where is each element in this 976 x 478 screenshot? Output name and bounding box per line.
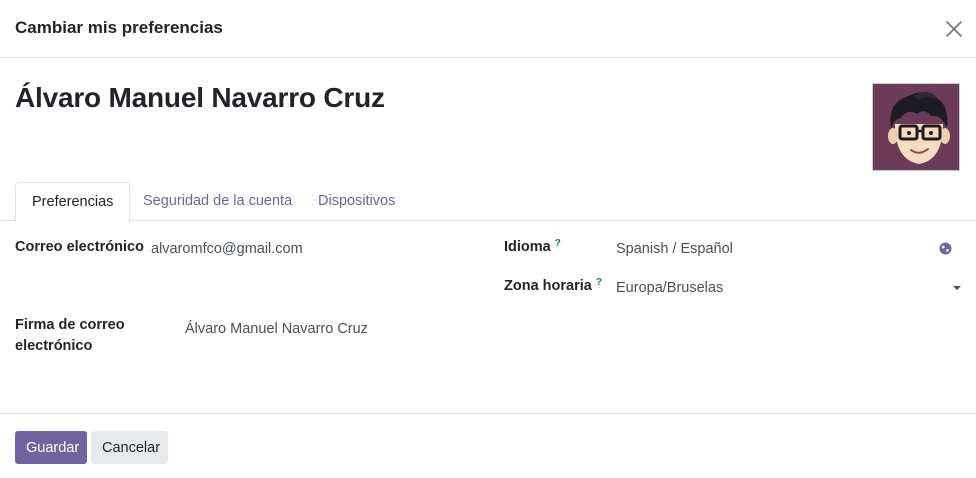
avatar[interactable] bbox=[872, 83, 960, 171]
timezone-label-text: Zona horaria bbox=[504, 278, 592, 294]
dialog-header: Cambiar mis preferencias bbox=[0, 0, 976, 58]
signature-label: Firma de correo electrónico bbox=[15, 315, 125, 357]
dialog-title: Cambiar mis preferencias bbox=[15, 18, 223, 37]
language-label: Idioma? bbox=[504, 237, 561, 259]
timezone-label: Zona horaria? bbox=[504, 276, 602, 298]
globe-icon[interactable] bbox=[939, 242, 952, 255]
tab-seguridad[interactable]: Seguridad de la cuenta bbox=[127, 182, 308, 221]
tab-bar: Preferencias Seguridad de la cuenta Disp… bbox=[0, 182, 976, 222]
signature-label-line2: electrónico bbox=[15, 338, 93, 354]
save-button[interactable]: Guardar bbox=[15, 431, 87, 464]
signature-label-line1: Firma de correo bbox=[15, 317, 125, 333]
user-name: Álvaro Manuel Navarro Cruz bbox=[15, 82, 385, 113]
email-field[interactable]: alvaromfco@gmail.com bbox=[151, 241, 303, 257]
close-icon[interactable] bbox=[942, 17, 966, 41]
language-help-icon[interactable]: ? bbox=[555, 238, 561, 249]
cancel-button[interactable]: Cancelar bbox=[91, 431, 168, 464]
dialog-footer: Guardar Cancelar bbox=[0, 413, 976, 478]
language-label-text: Idioma bbox=[504, 239, 551, 255]
language-select[interactable]: Spanish / Español bbox=[616, 241, 733, 257]
tab-preferencias[interactable]: Preferencias bbox=[15, 182, 131, 222]
timezone-select[interactable]: Europa/Bruselas bbox=[616, 280, 723, 296]
tab-dispositivos[interactable]: Dispositivos bbox=[302, 182, 411, 221]
signature-field[interactable]: Álvaro Manuel Navarro Cruz bbox=[185, 321, 368, 337]
email-label: Correo electrónico bbox=[15, 239, 144, 255]
timezone-help-icon[interactable]: ? bbox=[596, 277, 602, 288]
chevron-down-icon[interactable] bbox=[953, 286, 961, 290]
